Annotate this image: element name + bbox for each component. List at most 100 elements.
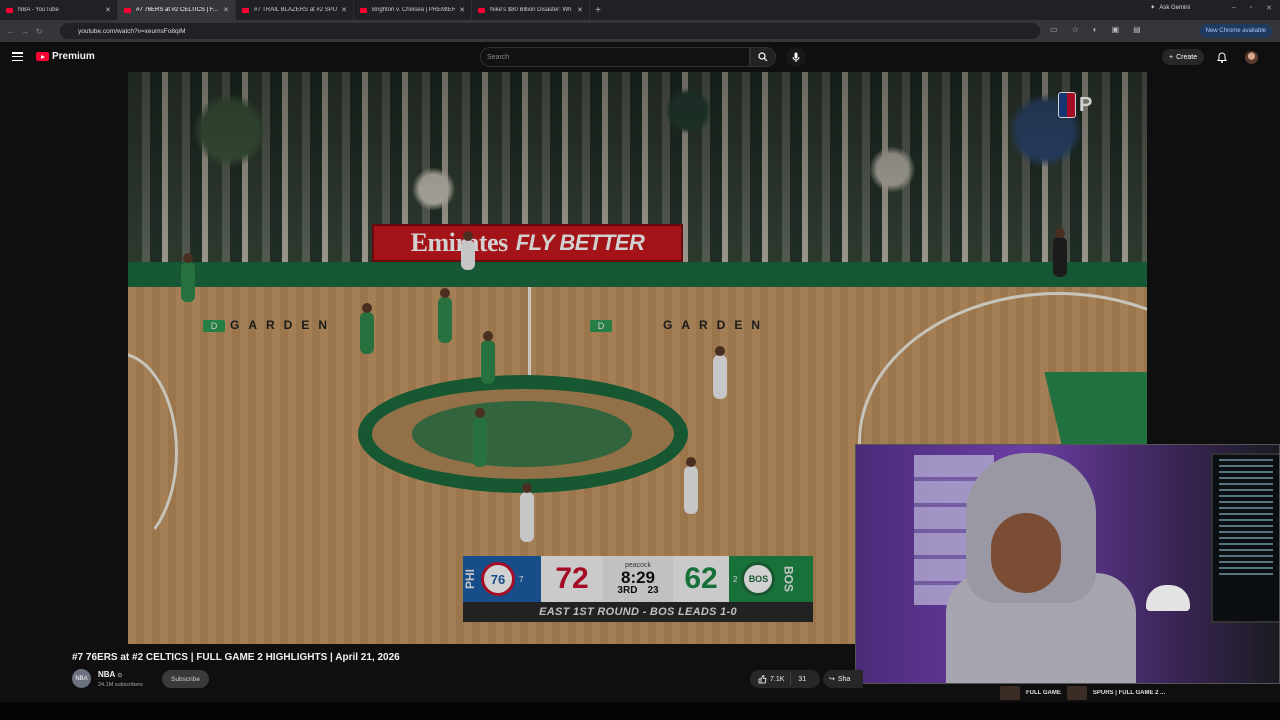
share-button[interactable]: ↪ Sha xyxy=(823,670,863,688)
home-abbr: BOS xyxy=(781,565,796,592)
minimize-icon[interactable]: – xyxy=(1232,4,1236,12)
tab-blazers-spurs[interactable]: #7 TRAIL BLAZERS at #2 SPUR ✕ xyxy=(236,0,354,20)
close-tab-icon[interactable]: ✕ xyxy=(577,6,583,14)
recommendations-strip: FULL GAME SPURS | FULL GAME 2 ... xyxy=(1000,684,1280,702)
player xyxy=(684,457,698,514)
tab-title: NBA - YouTube xyxy=(18,7,59,13)
subscribe-button[interactable]: Subscribe xyxy=(162,670,209,688)
browser-toolbar: ← → ↻ youtube.com/watch?v=xeumsFo8qiM ▭ … xyxy=(0,20,1280,42)
browser-tab-strip: NBA - YouTube ✕ #7 76ERS at #2 CELTICS |… xyxy=(0,0,1280,20)
create-label: Create xyxy=(1176,53,1198,61)
url-text: youtube.com/watch?v=xeumsFo8qiM xyxy=(78,27,186,35)
dislike-button[interactable]: 31 xyxy=(791,676,806,683)
courtside-led-board xyxy=(128,262,1147,287)
search-icon xyxy=(758,52,768,62)
youtube-logo[interactable]: Premium xyxy=(36,51,95,62)
update-label: New Chrome available xyxy=(1205,28,1266,34)
tab-title: #7 76ERS at #2 CELTICS | F... xyxy=(136,7,218,13)
nba-logo-icon xyxy=(1058,92,1076,118)
like-button[interactable]: 7.1K xyxy=(750,673,792,685)
forward-icon[interactable]: → xyxy=(18,27,32,36)
close-tab-icon[interactable]: ✕ xyxy=(105,6,111,14)
search-button[interactable] xyxy=(750,47,776,67)
away-score: 72 xyxy=(541,556,603,602)
channel-avatar[interactable]: NBA xyxy=(72,669,91,688)
account-avatar[interactable] xyxy=(1245,51,1258,64)
youtube-favicon-icon xyxy=(478,7,485,13)
rec-title[interactable]: FULL GAME xyxy=(1026,690,1061,697)
tab-nike[interactable]: Nike's $80 Billion Disaster: Wh ✕ xyxy=(472,0,590,20)
tab-76ers-celtics[interactable]: #7 76ERS at #2 CELTICS | F... ✕ xyxy=(118,0,236,20)
close-tab-icon[interactable]: ✕ xyxy=(223,6,229,14)
reload-icon[interactable]: ↻ xyxy=(32,27,46,36)
shot-clock: 23 xyxy=(647,585,659,596)
new-tab-button[interactable]: + xyxy=(590,0,606,20)
chrome-update-button[interactable]: New Chrome available xyxy=(1199,24,1272,38)
home-team-panel: 62 2 BOS BOS xyxy=(673,556,813,602)
player xyxy=(438,288,452,343)
rec-title[interactable]: SPURS | FULL GAME 2 ... xyxy=(1093,690,1165,697)
center-court-logo xyxy=(358,375,688,493)
address-bar[interactable]: youtube.com/watch?v=xeumsFo8qiM xyxy=(60,23,1040,39)
channel-name-text: NBA xyxy=(98,670,116,679)
search-input[interactable]: Search xyxy=(480,47,750,67)
sidepanel-icon[interactable]: ▤ xyxy=(1133,25,1141,34)
webcam-cap xyxy=(1146,585,1190,611)
youtube-favicon-icon xyxy=(242,7,249,13)
rec-thumbnail[interactable] xyxy=(1000,686,1020,700)
tab-brighton-chelsea[interactable]: Brighton v. Chelsea | PREMIER ✕ xyxy=(354,0,472,20)
peacock-mark: P xyxy=(1079,93,1093,116)
webcam-person xyxy=(946,453,1136,683)
youtube-play-icon xyxy=(36,52,49,61)
taskbar-strip xyxy=(0,702,1280,720)
share-label: Sha xyxy=(837,675,851,683)
maximize-icon[interactable]: ▫ xyxy=(1250,4,1252,12)
series-status: EAST 1ST ROUND - BOS LEADS 1-0 xyxy=(463,602,813,622)
thumbs-up-icon xyxy=(758,674,767,683)
create-button[interactable]: + Create xyxy=(1162,49,1205,65)
player xyxy=(360,303,374,354)
menu-icon[interactable] xyxy=(12,52,23,61)
floor-d-logo: D xyxy=(590,320,612,332)
period-label: 3RD xyxy=(617,585,638,596)
tab-nba-youtube[interactable]: NBA - YouTube ✕ xyxy=(0,0,118,20)
tab-title: Nike's $80 Billion Disaster: Wh xyxy=(490,7,572,13)
extensions-puzzle-icon[interactable]: ▣ xyxy=(1112,25,1120,34)
toolbar-icons: ▭ ☆ ◐ ▣ ▤ xyxy=(1050,25,1141,34)
ask-gemini-label: Ask Gemini xyxy=(1159,4,1190,11)
webcam-monitor xyxy=(1211,453,1279,623)
home-seed: 2 xyxy=(733,574,738,584)
game-clock: 8:29 xyxy=(620,568,656,587)
scorebug: PHI 76 7 72 peacock 8:29 3RD 23 62 2 BOS… xyxy=(463,556,813,626)
away-team-panel: PHI 76 7 72 xyxy=(463,556,603,602)
player xyxy=(473,408,487,467)
microphone-icon xyxy=(792,52,800,62)
close-tab-icon[interactable]: ✕ xyxy=(459,6,465,14)
player xyxy=(181,253,195,302)
player xyxy=(461,231,475,270)
rec-thumbnail[interactable] xyxy=(1066,686,1087,700)
close-window-icon[interactable]: ✕ xyxy=(1266,4,1272,12)
player xyxy=(520,483,534,542)
referee xyxy=(1053,228,1067,277)
youtube-favicon-icon xyxy=(6,7,13,13)
home-score: 62 xyxy=(673,556,729,602)
cast-icon[interactable]: ▭ xyxy=(1050,25,1058,34)
game-clock-panel: peacock 8:29 3RD 23 xyxy=(603,556,673,602)
youtube-header: Premium Search + Create xyxy=(0,42,1280,72)
plus-icon: + xyxy=(1169,53,1174,61)
video-title: #7 76ERS at #2 CELTICS | FULL GAME 2 HIG… xyxy=(72,652,400,663)
channel-name[interactable]: NBA ⊙ xyxy=(98,670,122,679)
bookmark-star-icon[interactable]: ☆ xyxy=(1072,25,1079,34)
notifications-bell-icon[interactable] xyxy=(1217,52,1227,63)
back-icon[interactable]: ← xyxy=(4,27,18,36)
close-tab-icon[interactable]: ✕ xyxy=(341,6,347,14)
youtube-favicon-icon xyxy=(124,7,131,13)
verified-icon: ⊙ xyxy=(117,673,123,679)
extension-icon[interactable]: ◐ xyxy=(1093,25,1098,34)
voice-search-button[interactable] xyxy=(786,47,806,67)
floor-text: GARDEN xyxy=(663,318,770,332)
like-dislike-group: 7.1K 31 xyxy=(750,670,820,688)
ask-gemini-button[interactable]: ✦ Ask Gemini xyxy=(1150,4,1190,12)
youtube-favicon-icon xyxy=(360,7,367,13)
